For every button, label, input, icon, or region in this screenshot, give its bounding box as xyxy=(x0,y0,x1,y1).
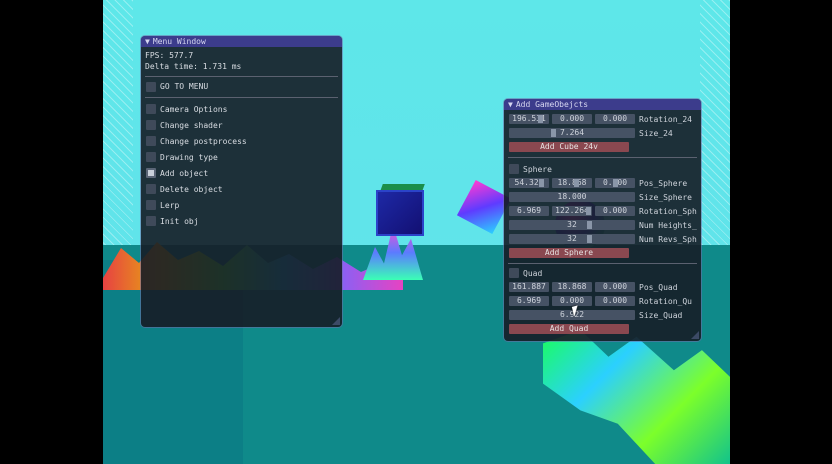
option-label-lerp[interactable]: Lerp xyxy=(160,201,179,210)
option-label-add-object[interactable]: Add object xyxy=(160,169,208,178)
collapse-triangle-icon[interactable]: ▼ xyxy=(145,37,150,46)
delta-time-readout: Delta time: 1.731 ms xyxy=(145,62,242,71)
separator xyxy=(145,97,338,98)
option-checkbox-postprocess[interactable] xyxy=(146,136,156,146)
cube-size-label: Size_24 xyxy=(639,129,673,138)
add-quad-button[interactable]: Add Quad xyxy=(509,324,629,334)
option-checkbox-delete-object[interactable] xyxy=(146,184,156,194)
option-checkbox-init-obj[interactable] xyxy=(146,216,156,226)
quad-rotation-label: Rotation_Qu xyxy=(639,297,692,306)
option-label-init-obj[interactable]: Init obj xyxy=(160,217,199,226)
sphere-rotation-z-field[interactable]: 0.000 xyxy=(595,206,635,216)
resize-grip-icon[interactable] xyxy=(691,331,699,339)
add-window-titlebar[interactable]: ▼ Add GameObejcts xyxy=(504,99,701,110)
sphere-header: Sphere xyxy=(523,165,552,174)
resize-grip-icon[interactable] xyxy=(332,317,340,325)
menu-window-title: Menu Window xyxy=(152,37,206,46)
add-gameobjects-window[interactable]: ▼ Add GameObejcts 196.531 0.000 0.000 Rot… xyxy=(504,99,701,341)
sphere-checkbox[interactable] xyxy=(509,164,519,174)
option-label-drawing-type[interactable]: Drawing type xyxy=(160,153,218,162)
quad-size-label: Size_Quad xyxy=(639,311,683,320)
goto-menu-label[interactable]: GO TO MENU xyxy=(160,82,208,91)
separator xyxy=(508,263,697,264)
menu-window[interactable]: ▼ Menu Window FPS: 577.7 Delta time: 1.73… xyxy=(141,36,342,327)
fps-readout: FPS: 577.7 xyxy=(145,51,194,60)
cube-size-slider[interactable]: 7.264 xyxy=(509,128,635,138)
quad-pos-x-field[interactable]: 161.887 xyxy=(509,282,549,292)
quad-rotation-x-field[interactable]: 6.969 xyxy=(509,296,549,306)
cube-rotation-z-field[interactable]: 0.000 xyxy=(595,114,635,124)
quad-rotation-z-field[interactable]: 0.000 xyxy=(595,296,635,306)
sphere-revs-slider[interactable]: 32 xyxy=(509,234,635,244)
separator xyxy=(145,76,338,77)
quad-pos-z-field[interactable]: 0.000 xyxy=(595,282,635,292)
option-label-shader[interactable]: Change shader xyxy=(160,121,223,130)
rainbow-cube-object xyxy=(456,179,512,235)
sphere-pos-x-field[interactable]: 54.320 xyxy=(509,178,549,188)
quad-header: Quad xyxy=(523,269,543,278)
sphere-size-label: Size_Sphere xyxy=(639,193,692,202)
sphere-rotation-y-field[interactable]: 122.264 xyxy=(552,206,592,216)
option-label-camera[interactable]: Camera Options xyxy=(160,105,227,114)
sphere-pos-label: Pos_Sphere xyxy=(639,179,688,188)
quad-rotation-y-field[interactable]: 0.000 xyxy=(552,296,592,306)
option-label-postprocess[interactable]: Change postprocess xyxy=(160,137,247,146)
sphere-size-slider[interactable]: 18.000 xyxy=(509,192,635,202)
sphere-heights-label: Num Heights_ xyxy=(639,221,697,230)
add-window-title: Add GameObejcts xyxy=(515,100,589,109)
sphere-heights-slider[interactable]: 32 xyxy=(509,220,635,230)
option-checkbox-shader[interactable] xyxy=(146,120,156,130)
sphere-pos-z-field[interactable]: 0.000 xyxy=(595,178,635,188)
sphere-rotation-label: Rotation_Sph xyxy=(639,207,697,216)
menu-window-titlebar[interactable]: ▼ Menu Window xyxy=(141,36,342,47)
cube-rotation-y-field[interactable]: 0.000 xyxy=(552,114,592,124)
quad-checkbox[interactable] xyxy=(509,268,519,278)
quad-pos-label: Pos_Quad xyxy=(639,283,678,292)
goto-menu-checkbox[interactable] xyxy=(146,82,156,92)
add-cube-button[interactable]: Add Cube 24v xyxy=(509,142,629,152)
separator xyxy=(508,157,697,158)
option-checkbox-lerp[interactable] xyxy=(146,200,156,210)
option-label-delete-object[interactable]: Delete object xyxy=(160,185,223,194)
cube-rotation-x-field[interactable]: 196.531 xyxy=(509,114,549,124)
option-checkbox-add-object[interactable] xyxy=(146,168,156,178)
add-sphere-button[interactable]: Add Sphere xyxy=(509,248,629,258)
quad-size-slider[interactable]: 6.922 xyxy=(509,310,635,320)
collapse-triangle-icon[interactable]: ▼ xyxy=(508,100,513,109)
sphere-revs-label: Num Revs_Sph xyxy=(639,235,697,244)
quad-pos-y-field[interactable]: 18.868 xyxy=(552,282,592,292)
cube-rotation-label: Rotation_24 xyxy=(639,115,692,124)
dark-cube-object xyxy=(376,190,424,236)
sphere-pos-y-field[interactable]: 18.868 xyxy=(552,178,592,188)
option-checkbox-drawing-type[interactable] xyxy=(146,152,156,162)
sphere-rotation-x-field[interactable]: 6.969 xyxy=(509,206,549,216)
option-checkbox-camera[interactable] xyxy=(146,104,156,114)
